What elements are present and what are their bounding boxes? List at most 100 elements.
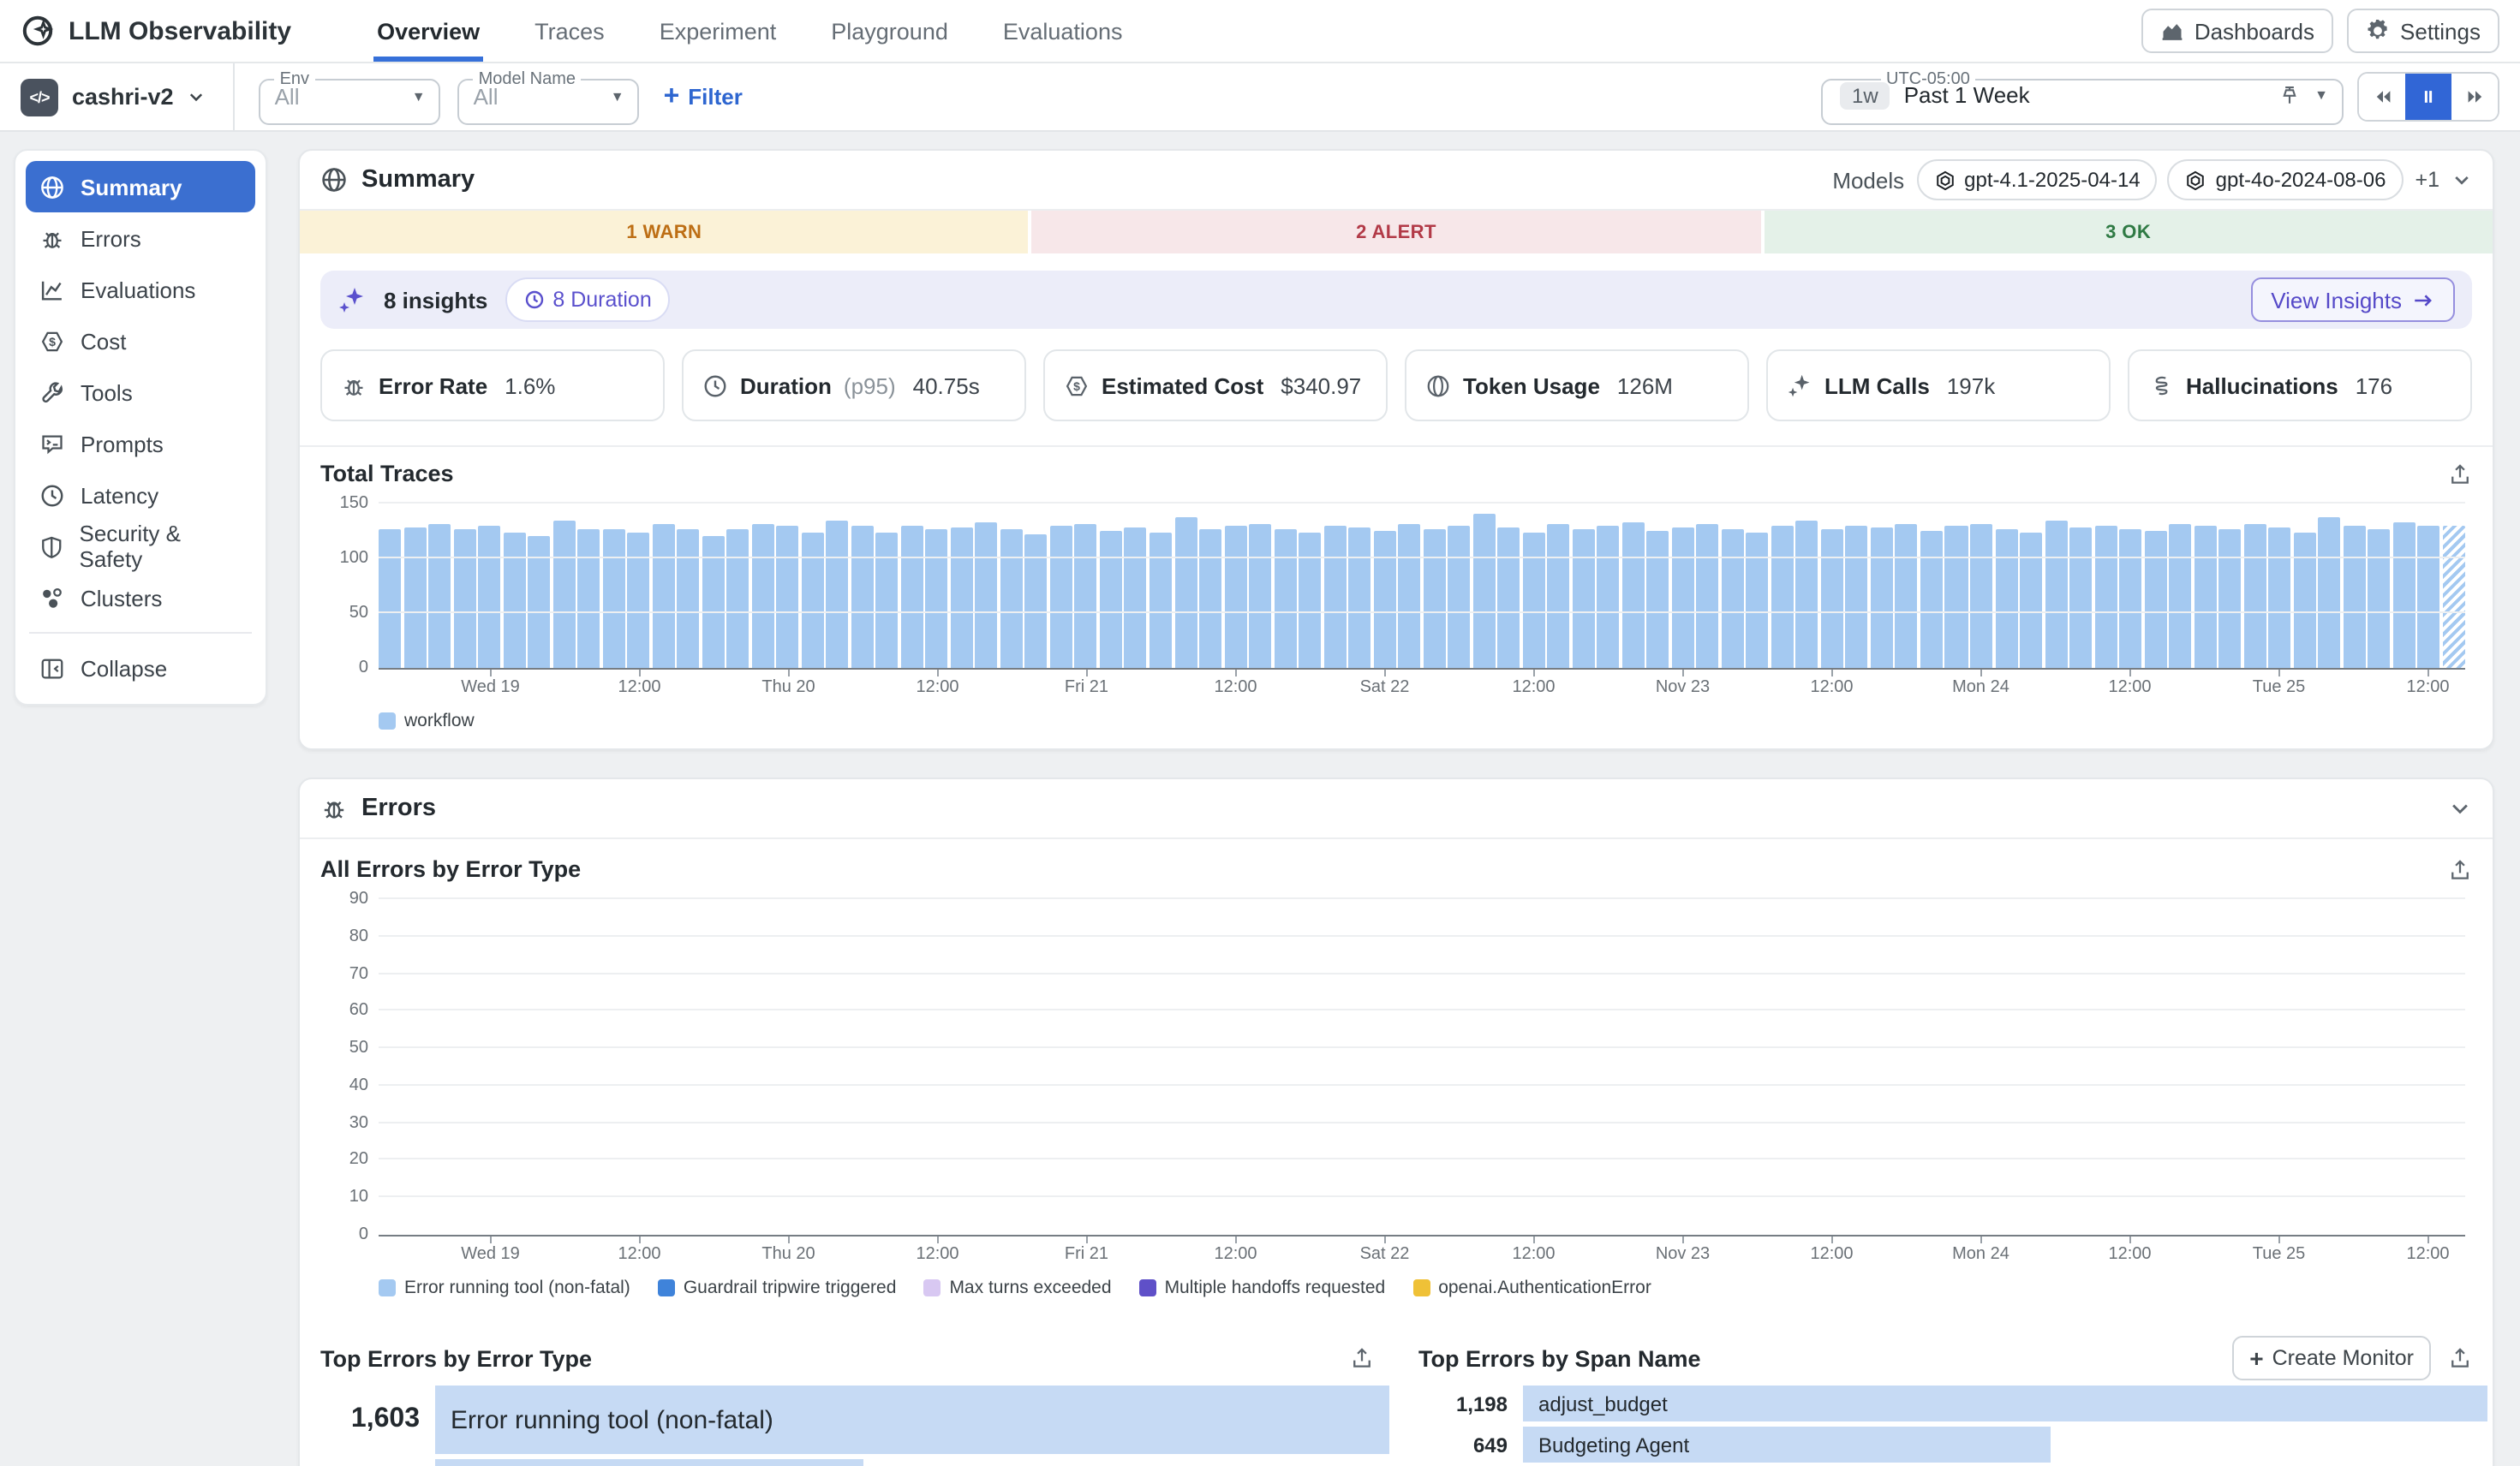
export-icon[interactable] [1350,1346,1374,1370]
metric-card-error-rate[interactable]: Error Rate1.6% [320,349,665,421]
status-segment-ok[interactable]: 3 OK [1764,211,2493,253]
all-errors-chart[interactable]: 0102030405060708090Wed 1912:00Thu 2012:0… [320,899,2472,1298]
bar[interactable] [2194,527,2216,668]
bar[interactable] [503,532,525,668]
legend-item[interactable]: Max turns exceeded [923,1278,1111,1298]
bar[interactable] [1622,522,1645,668]
add-filter-button[interactable]: + Filter [664,81,743,112]
duration-insight-chip[interactable]: 8 Duration [505,277,670,322]
bar[interactable] [2318,518,2340,668]
bar[interactable] [702,535,724,668]
top-error-row[interactable] [320,1459,1374,1466]
bar[interactable] [1075,524,1097,668]
project-selector[interactable]: </> cashri-v2 [21,78,234,116]
bar[interactable] [1274,528,1296,668]
bar[interactable] [1995,530,2017,668]
legend-item[interactable]: Guardrail tripwire triggered [658,1278,897,1298]
bar[interactable] [2343,526,2365,668]
env-select[interactable]: Env All▼ [260,69,441,124]
bar[interactable] [428,524,451,668]
bar[interactable] [751,524,773,668]
fast-forward-button[interactable] [2451,74,2498,120]
view-insights-button[interactable]: View Insights [2250,277,2455,322]
bar[interactable] [1472,515,1495,668]
bar[interactable] [1125,527,1147,668]
bar[interactable] [2020,533,2042,668]
bar[interactable] [379,530,401,668]
bar[interactable] [1100,531,1122,668]
collapse-section-chevron-icon[interactable] [2448,796,2472,820]
tab-experiment[interactable]: Experiment [632,0,804,62]
sidebar-item-clusters[interactable]: Clusters [26,572,255,623]
bar[interactable] [1920,531,1943,668]
dashboards-button[interactable]: Dashboards [2141,9,2333,53]
bar[interactable] [876,532,899,668]
bar[interactable] [827,520,849,668]
bar[interactable] [1597,527,1620,668]
bar[interactable] [2069,527,2092,668]
metric-card-token-usage[interactable]: Token Usage126M [1405,349,1749,421]
bar[interactable] [2243,524,2266,668]
model-chip[interactable]: gpt-4o-2024-08-06 [2168,159,2404,200]
bar[interactable] [1448,527,1470,668]
bar[interactable] [1000,528,1023,668]
metric-card-duration[interactable]: Duration(p95)40.75s [682,349,1026,421]
bar[interactable] [1896,523,1918,668]
legend-item[interactable]: Error running tool (non-fatal) [379,1278,630,1298]
bar[interactable] [1747,532,1769,668]
bar[interactable] [1871,527,1893,668]
bar[interactable] [577,528,600,668]
bar[interactable] [528,535,550,668]
sidebar-item-tools[interactable]: Tools [26,366,255,418]
legend-item[interactable]: openai.AuthenticationError [1412,1278,1651,1298]
bar[interactable] [2094,526,2117,668]
sidebar-item-errors[interactable]: Errors [26,212,255,264]
bar[interactable] [926,530,948,668]
bar[interactable] [1722,528,1744,668]
pin-icon[interactable] [2278,84,2301,106]
bar[interactable] [1174,516,1197,668]
bar[interactable] [1224,527,1246,668]
bar[interactable] [627,532,649,668]
time-range-picker[interactable]: UTC-05:00 1w Past 1 Week ▼ [1821,69,2344,124]
bar[interactable] [403,527,426,668]
bar[interactable] [777,526,799,668]
bar[interactable] [1821,530,1843,668]
bar[interactable] [1796,520,1818,668]
bar[interactable] [1945,527,1968,668]
bar[interactable] [453,528,475,668]
bar[interactable] [1497,527,1520,668]
bar[interactable] [1672,527,1694,668]
top-error-row[interactable]: 1,198adjust_budget [1418,1386,2472,1421]
bar[interactable] [1647,531,1669,668]
bar[interactable] [2119,528,2141,668]
total-traces-chart[interactable]: 050100150Wed 1912:00Thu 2012:00Fri 2112:… [320,504,2472,731]
bar[interactable] [976,522,998,668]
legend-item[interactable]: Multiple handoffs requested [1139,1278,1386,1298]
bar[interactable] [2368,528,2391,668]
bar[interactable] [652,524,674,668]
legend-item[interactable]: workflow [379,711,475,731]
export-icon[interactable] [2448,462,2472,486]
export-icon[interactable] [2448,857,2472,881]
bar[interactable] [901,526,923,668]
bar[interactable] [1373,531,1395,668]
sidebar-item-cost[interactable]: $Cost [26,315,255,366]
tab-evaluations[interactable]: Evaluations [976,0,1150,62]
bar[interactable] [1050,527,1072,668]
bar[interactable] [2443,526,2465,668]
bar[interactable] [1697,524,1719,668]
bar[interactable] [951,527,973,668]
models-overflow[interactable]: +1 [2415,168,2439,192]
bar[interactable] [2268,527,2290,668]
bar[interactable] [1199,530,1221,668]
bar[interactable] [726,530,749,668]
model-chip[interactable]: gpt-4.1-2025-04-14 [1916,159,2158,200]
bar[interactable] [2045,521,2067,669]
sidebar-item-evaluations[interactable]: Evaluations [26,264,255,315]
bar[interactable] [2218,530,2241,668]
status-segment-warn[interactable]: 1 WARN [300,211,1029,253]
top-error-row[interactable]: 1,603Error running tool (non-fatal) [320,1386,1374,1454]
bar[interactable] [552,521,575,669]
top-error-row[interactable]: 649Budgeting Agent [1418,1427,2472,1463]
